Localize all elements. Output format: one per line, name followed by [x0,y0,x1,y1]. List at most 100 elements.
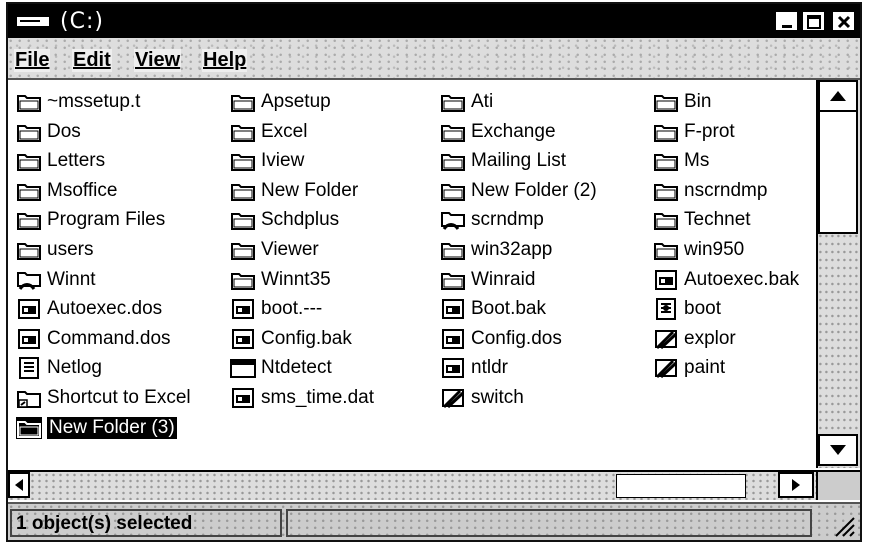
file-item[interactable]: New Folder [230,176,358,206]
minimize-button[interactable] [774,10,799,32]
file-item[interactable]: boot [653,294,721,324]
scroll-down-button[interactable] [818,434,858,466]
file-item[interactable]: Command.dos [16,324,171,354]
program-icon [442,389,465,409]
vertical-scroll-thumb[interactable] [818,110,858,234]
file-item[interactable]: switch [440,383,524,413]
file-item-label: New Folder (2) [471,179,597,201]
menu-file[interactable]: File [14,49,51,72]
drive-icon[interactable] [16,14,50,28]
folder-icon [17,124,41,142]
file-item-label: Shortcut to Excel [47,387,191,408]
file-item[interactable]: explor [653,324,736,354]
file-item-label: Autoexec.bak [684,268,800,290]
file-item[interactable]: sms_time.dat [230,383,374,413]
file-item-label: Letters [47,150,106,172]
file-item[interactable]: win32app [440,235,552,265]
file-item[interactable]: Winraid [440,265,535,295]
folder-icon [17,213,41,231]
file-icon [18,328,40,349]
file-item[interactable]: Bin [653,87,711,117]
folder-icon [654,213,678,231]
file-item[interactable]: win950 [653,235,744,265]
folder-icon [654,183,678,201]
scroll-up-button[interactable] [818,80,858,112]
file-item[interactable]: Config.bak [230,324,352,354]
folder-icon [231,154,255,172]
file-item[interactable]: boot.--- [230,294,322,324]
file-item-label: ntldr [471,357,508,379]
scroll-left-button[interactable] [8,472,30,498]
file-item[interactable]: Viewer [230,235,319,265]
folder-icon [654,124,678,142]
folder-shared-icon [17,271,41,290]
arrow-left-icon [15,479,23,491]
file-item-label: scrndmp [471,209,544,231]
folder-icon [441,95,465,112]
folder-icon [231,124,255,142]
file-list[interactable]: ~mssetup.t Apsetup Ati Bin Dos Excel Exchange F… [8,80,816,468]
file-item[interactable]: Exchange [440,117,556,147]
file-item[interactable]: Ms [653,146,709,176]
menu-help[interactable]: Help [202,49,248,72]
file-item[interactable]: Winnt [16,265,96,295]
file-item[interactable]: Ati [440,87,493,117]
file-item[interactable]: ~mssetup.t [16,87,140,117]
horizontal-scroll-thumb[interactable] [616,474,746,498]
folder-icon [16,416,42,439]
folder-icon [441,154,465,172]
file-item[interactable]: Ntdetect [230,353,332,383]
file-item-label: nscrndmp [684,179,768,201]
window-title: (C:) [60,9,104,34]
file-item[interactable]: Letters [16,146,105,176]
menu-view[interactable]: View [134,49,182,72]
file-item[interactable]: Autoexec.dos [16,294,162,324]
file-item[interactable]: Schdplus [230,205,339,235]
resize-grip-icon[interactable] [830,512,856,538]
file-item[interactable]: Shortcut to Excel [16,383,191,413]
explorer-window: (C:) File Edit View Help ~mssetup.t Apset… [6,2,862,542]
file-item[interactable]: users [16,235,93,265]
settings-file-icon [656,298,676,321]
file-item[interactable]: Apsetup [230,87,331,117]
file-item-label: Exchange [471,120,556,142]
file-item[interactable]: Mailing List [440,146,566,176]
file-item[interactable]: Dos [16,117,81,147]
scrollbar-corner [816,470,860,500]
file-item[interactable]: Netlog [16,353,102,383]
maximize-button[interactable] [801,10,826,32]
file-item[interactable]: Boot.bak [440,294,546,324]
close-button[interactable] [831,10,856,32]
file-item[interactable]: Config.dos [440,324,562,354]
scroll-right-button[interactable] [778,472,814,498]
file-item[interactable]: F-prot [653,117,735,147]
vertical-scrollbar[interactable] [816,80,860,468]
file-item[interactable]: scrndmp [440,205,544,235]
folder-icon [231,213,255,231]
file-item[interactable]: Winnt35 [230,265,331,295]
arrow-right-icon [792,479,800,491]
file-item-label: paint [684,357,726,379]
file-item[interactable]: New Folder (2) [440,176,597,206]
file-item-label: Winnt [47,268,96,290]
file-item[interactable]: Technet [653,205,751,235]
file-item[interactable]: Autoexec.bak [653,265,799,295]
file-item[interactable]: Iview [230,146,304,176]
file-item[interactable]: paint [653,353,725,383]
file-item-label: Winnt35 [261,268,331,290]
horizontal-scrollbar[interactable] [8,470,816,500]
file-item-label: Viewer [261,239,319,260]
arrow-down-icon [830,445,846,455]
file-item[interactable]: Program Files [16,205,165,235]
file-item[interactable]: Msoffice [16,176,117,206]
file-item[interactable]: New Folder (3) [16,413,177,443]
status-selection: 1 object(s) selected [10,509,282,537]
file-item-label: Ati [471,91,494,112]
file-item[interactable]: ntldr [440,353,508,383]
file-item[interactable]: nscrndmp [653,176,767,206]
file-item-label: Boot.bak [471,298,546,320]
file-item[interactable]: Excel [230,117,307,147]
menu-edit[interactable]: Edit [72,49,112,72]
title-bar[interactable]: (C:) [8,4,860,38]
program-icon [655,359,678,379]
